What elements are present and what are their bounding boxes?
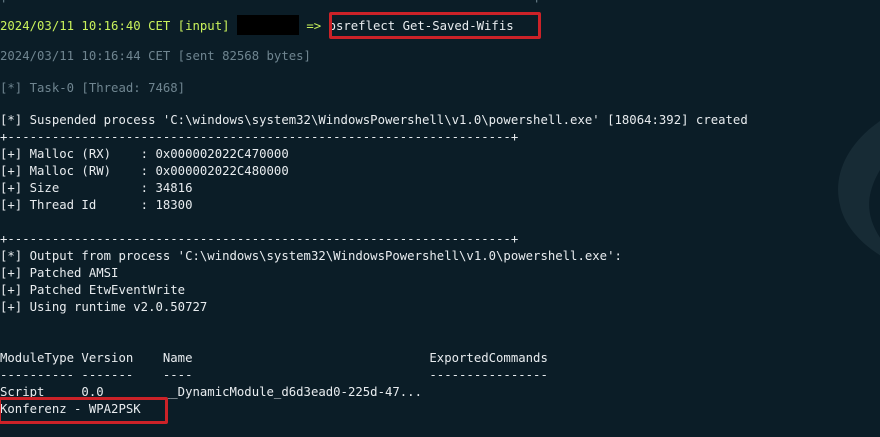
input-timestamp: 2024/03/11 10:16:40 CET [input]	[0, 19, 230, 33]
table-header: ModuleType Version Name ExportedCommands	[0, 351, 548, 365]
output-process-line: [*] Output from process 'C:\windows\syst…	[0, 249, 622, 263]
result-highlight-box	[0, 397, 168, 424]
input-arrow: =>	[306, 19, 322, 33]
malloc-rw-line: [+] Malloc (RW) : 0x000002022C480000	[0, 164, 289, 178]
terminal-window[interactable]: +---------------------------------------…	[0, 0, 880, 437]
thread-id-line: [+] Thread Id : 18300	[0, 198, 193, 212]
top-rule: +---------------------------------------…	[0, 0, 540, 8]
malloc-rx-line: [+] Malloc (RX) : 0x000002022C470000	[0, 147, 289, 161]
table-separator: ---------- ------- ---- ----------------	[0, 368, 548, 382]
patched-etw-line: [+] Patched EtwEventWrite	[0, 283, 186, 297]
command-highlight-box	[329, 12, 541, 39]
task-line: [*] Task-0 [Thread: 7468]	[0, 81, 186, 95]
dragon-watermark-icon	[838, 121, 880, 256]
size-line: [+] Size : 34816	[0, 181, 193, 195]
separator-rule: +---------------------------------------…	[0, 130, 519, 144]
redacted-block	[236, 15, 299, 35]
patched-amsi-line: [+] Patched AMSI	[0, 266, 119, 280]
runtime-line: [+] Using runtime v2.0.50727	[0, 300, 208, 314]
separator-rule-2: +---------------------------------------…	[0, 232, 519, 246]
suspended-process-line: [*] Suspended process 'C:\windows\system…	[0, 113, 748, 127]
sent-line: 2024/03/11 10:16:44 CET [sent 82568 byte…	[0, 49, 311, 63]
